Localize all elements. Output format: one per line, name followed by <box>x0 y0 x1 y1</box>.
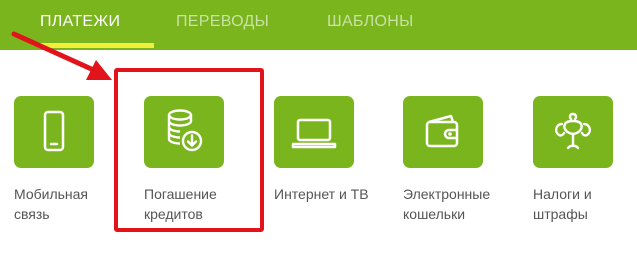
category-taxes-button[interactable] <box>533 96 613 168</box>
category-mobile-button[interactable] <box>14 96 94 168</box>
category-loans-button[interactable] <box>144 96 224 168</box>
coins-download-icon <box>162 107 206 157</box>
tab-transfers[interactable]: ПЕРЕВОДЫ <box>176 12 269 32</box>
tab-templates[interactable]: ШАБЛОНЫ <box>327 12 414 32</box>
wallet-icon <box>418 110 468 154</box>
category-internet-tv-button[interactable] <box>274 96 354 168</box>
category-loans-label: Погашение кредитов <box>144 186 217 222</box>
category-mobile-label: Мобильная связь <box>14 186 89 222</box>
category-wallets-button[interactable] <box>403 96 483 168</box>
tab-payments[interactable]: ПЛАТЕЖИ <box>40 12 120 32</box>
tab-bar: ПЛАТЕЖИ ПЕРЕВОДЫ ШАБЛОНЫ <box>0 0 637 50</box>
active-tab-indicator <box>38 43 154 48</box>
emblem-icon <box>548 108 598 156</box>
category-internet-tv-label: Интернет и ТВ <box>274 186 369 202</box>
tv-monitor-icon <box>289 110 339 154</box>
mobile-phone-icon <box>37 110 71 154</box>
category-taxes-label: Налоги и штрафы <box>533 186 592 222</box>
category-wallets-label: Электронные кошельки <box>403 186 491 222</box>
